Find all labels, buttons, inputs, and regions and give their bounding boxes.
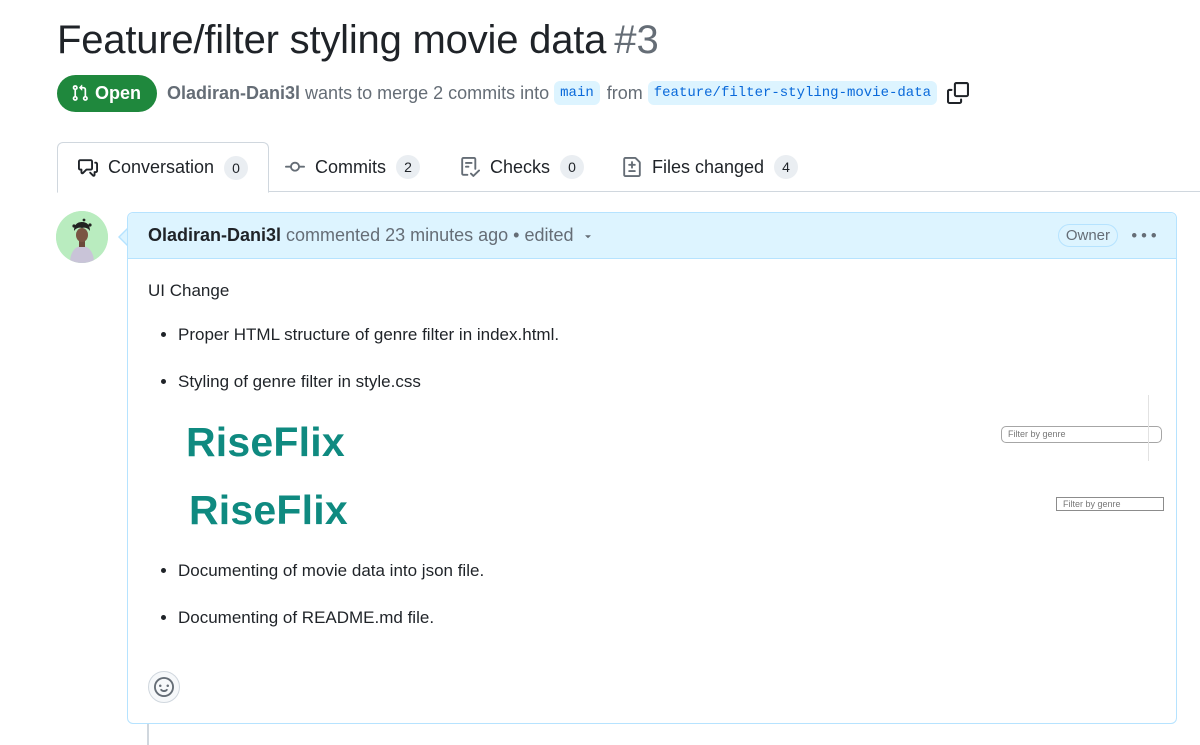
tab-checks[interactable]: Checks 0: [460, 142, 585, 192]
screenshot-edge: [1148, 395, 1149, 461]
pr-tabs: Conversation 0 Commits 2 Checks 0 Files …: [57, 142, 1200, 193]
avatar[interactable]: [56, 211, 108, 263]
tab-conversation[interactable]: Conversation 0: [57, 142, 270, 193]
status-badge: Open: [57, 74, 158, 112]
git-pull-request-icon: [72, 84, 88, 101]
screenshot-preview[interactable]: RiseFlix Filter by genre RiseFlix Filter…: [148, 395, 1164, 549]
tab-label: Files changed: [652, 156, 765, 177]
riseflix-logo: RiseFlix: [186, 419, 345, 465]
tab-label: Checks: [490, 156, 551, 177]
pr-title-row: Feature/filter styling movie data #3: [57, 18, 659, 66]
timeline-line: [147, 724, 149, 745]
kebab-horizontal-icon[interactable]: [1132, 224, 1156, 248]
comment-timestamp[interactable]: 23 minutes ago: [385, 225, 508, 246]
tab-label: Commits: [315, 156, 386, 177]
comment-body: UI Change Proper HTML structure of genre…: [128, 259, 1176, 630]
comment-intro: UI Change: [148, 281, 230, 300]
list-item: Documenting of movie data into json file…: [178, 559, 1156, 583]
status-label: Open: [95, 82, 142, 103]
smiley-icon: [154, 677, 174, 697]
comment-action: commented: [286, 225, 381, 245]
list-item: Styling of genre filter in style.css: [178, 370, 1156, 394]
tab-files-changed[interactable]: Files changed 4: [622, 142, 799, 192]
git-commit-icon: [285, 157, 305, 177]
copy-icon[interactable]: [947, 82, 969, 104]
comment-header-actions: Owner: [1057, 224, 1156, 248]
comment-author-link[interactable]: Oladiran-Dani3l: [148, 225, 281, 246]
change-list: Proper HTML structure of genre filter in…: [148, 323, 1156, 394]
pr-number: #3: [614, 18, 659, 62]
tab-counter: 0: [224, 155, 249, 180]
comment-discussion-icon: [78, 158, 98, 178]
add-reaction-button[interactable]: [148, 671, 180, 703]
tab-counter: 2: [396, 155, 420, 179]
filter-input-preview: Filter by genre: [1001, 426, 1162, 443]
comment-header: Oladiran-Dani3l commented 23 minutes ago…: [128, 213, 1176, 259]
head-branch[interactable]: feature/filter-styling-movie-data: [647, 81, 937, 105]
edited-label: • edited: [513, 225, 574, 245]
list-item: Proper HTML structure of genre filter in…: [178, 323, 1156, 347]
checklist-icon: [460, 157, 480, 177]
tab-counter: 0: [560, 155, 585, 179]
triangle-down-icon: [582, 230, 594, 242]
pr-meta: Open Oladiran-Dani3l wants to merge 2 co…: [57, 74, 969, 112]
tab-label: Conversation: [108, 157, 215, 177]
from-text: from: [606, 82, 643, 103]
change-list: Documenting of movie data into json file…: [148, 559, 1156, 630]
comment-card: Oladiran-Dani3l commented 23 minutes ago…: [127, 212, 1177, 724]
filter-input-preview: Filter by genre: [1056, 497, 1164, 511]
page-title: Feature/filter styling movie data: [57, 18, 607, 62]
merge-text: wants to merge 2 commits into: [305, 82, 550, 103]
tab-commits[interactable]: Commits 2: [285, 142, 420, 192]
base-branch[interactable]: main: [554, 81, 600, 105]
edited-dropdown[interactable]: • edited: [513, 225, 593, 246]
tab-counter: 4: [774, 155, 799, 179]
pr-author-link[interactable]: Oladiran-Dani3l: [167, 83, 300, 104]
owner-badge: Owner: [1057, 224, 1118, 247]
list-item: Documenting of README.md file.: [178, 606, 1156, 630]
file-diff-icon: [622, 157, 642, 177]
riseflix-logo: RiseFlix: [189, 487, 348, 533]
